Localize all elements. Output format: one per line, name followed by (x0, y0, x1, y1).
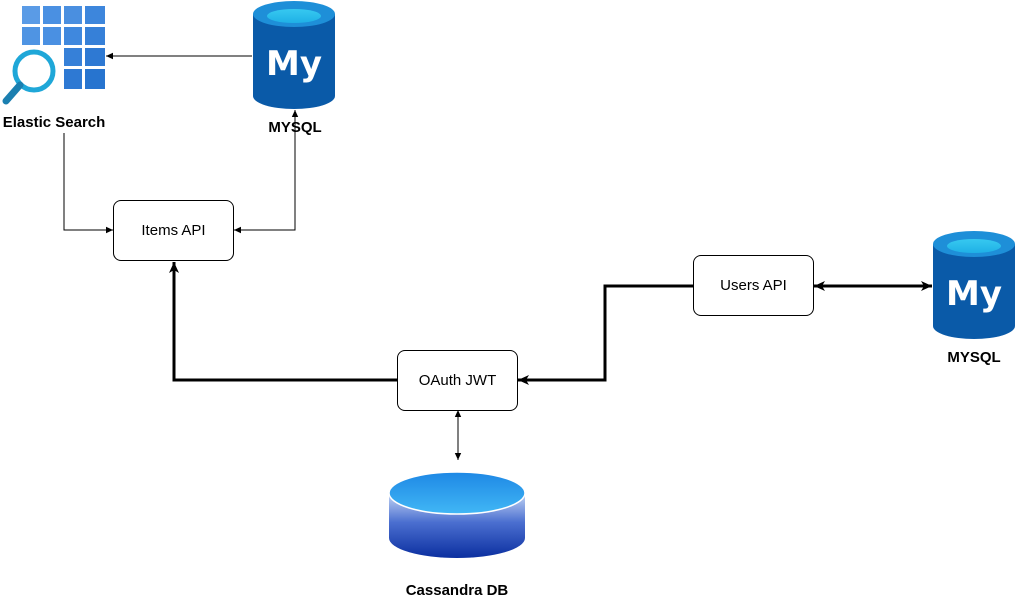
items-api-node[interactable]: Items API (113, 200, 234, 261)
cassandra-db-label: Cassandra DB (406, 582, 509, 599)
mysql-database-icon: My (253, 1, 335, 109)
elastic-search-label: Elastic Search (3, 114, 106, 131)
edge-users-api-to-oauth (518, 284, 693, 385)
diagram-canvas: Elastic Search My MYSQL My MYSQL Cassand… (2, 1, 1015, 599)
elastic-search-grid-magnifier-icon (2, 6, 105, 105)
edge-oauth-to-items-api (169, 262, 397, 382)
oauth-jwt-label: OAuth JWT (418, 372, 497, 389)
mysql-database-icon: My (933, 231, 1015, 339)
mysql-users-label: MYSQL (947, 349, 1000, 366)
users-api-node[interactable]: Users API (693, 255, 814, 316)
database-cylinder-icon (388, 471, 526, 558)
mysql-logo-text: My (946, 274, 1002, 314)
oauth-jwt-node[interactable]: OAuth JWT (397, 350, 518, 411)
mysql-logo-text: My (266, 44, 322, 84)
mysql-items-label: MYSQL (268, 119, 321, 136)
edge-elastic-to-items-api (63, 133, 113, 234)
items-api-label: Items API (141, 222, 206, 239)
users-api-label: Users API (720, 277, 787, 294)
